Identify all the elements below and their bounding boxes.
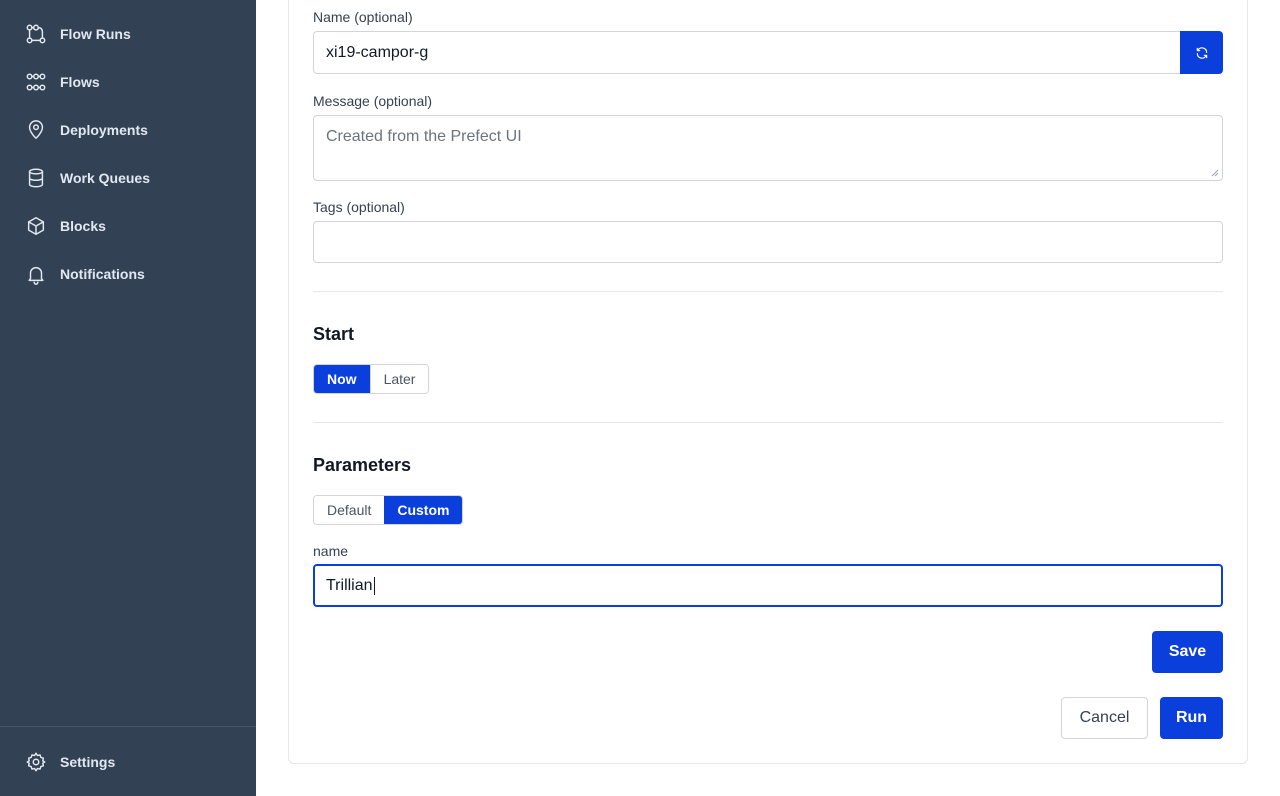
cube-icon: [24, 214, 48, 238]
name-input[interactable]: xi19-campor-g: [313, 31, 1181, 74]
resize-handle-icon[interactable]: [1211, 169, 1219, 177]
name-label: Name (optional): [313, 9, 413, 25]
text-caret: [373, 576, 375, 595]
sidebar-item-deployments[interactable]: Deployments: [24, 118, 148, 142]
sidebar-item-label: Flows: [60, 74, 100, 90]
sidebar-item-label: Blocks: [60, 218, 106, 234]
sidebar-item-blocks[interactable]: Blocks: [24, 214, 106, 238]
section-divider: [313, 291, 1223, 292]
name-input-value: xi19-campor-g: [326, 43, 429, 61]
run-button[interactable]: Run: [1160, 697, 1223, 739]
message-textarea[interactable]: Created from the Prefect UI: [313, 115, 1223, 181]
sidebar-item-label: Settings: [60, 754, 116, 770]
save-button[interactable]: Save: [1152, 631, 1223, 673]
start-toggle-group: Now Later: [313, 364, 430, 394]
parameter-name-input[interactable]: Trillian: [313, 564, 1223, 607]
refresh-icon: [1195, 46, 1209, 60]
sidebar: Flow Runs Flows Deployments Work Queues …: [0, 0, 256, 796]
start-now-button[interactable]: Now: [314, 365, 370, 393]
flows-icon: [24, 70, 48, 94]
parameters-custom-button[interactable]: Custom: [384, 496, 463, 524]
parameter-name-value: Trillian: [326, 576, 373, 594]
parameters-default-button[interactable]: Default: [314, 496, 385, 524]
sidebar-item-label: Flow Runs: [60, 26, 131, 42]
start-later-button[interactable]: Later: [369, 365, 429, 393]
sidebar-item-notifications[interactable]: Notifications: [24, 262, 145, 286]
parameters-toggle-group: Default Custom: [313, 495, 464, 525]
gear-icon: [24, 750, 48, 774]
message-label: Message (optional): [313, 93, 433, 109]
sidebar-item-label: Deployments: [60, 122, 148, 138]
parameters-section-title: Parameters: [313, 455, 412, 475]
sidebar-item-work-queues[interactable]: Work Queues: [24, 166, 150, 190]
start-section-title: Start: [313, 324, 355, 344]
location-pin-icon: [24, 118, 48, 142]
sidebar-item-settings[interactable]: Settings: [24, 750, 115, 774]
flow-runs-icon: [24, 22, 48, 46]
message-textarea-value: Created from the Prefect UI: [326, 128, 522, 145]
sidebar-divider: [0, 726, 256, 727]
parameter-name-label: name: [313, 543, 349, 559]
section-divider: [313, 422, 1223, 423]
sidebar-item-flow-runs[interactable]: Flow Runs: [24, 22, 131, 46]
regenerate-name-button[interactable]: [1180, 31, 1223, 74]
tags-input[interactable]: [313, 221, 1223, 263]
bell-icon: [24, 262, 48, 286]
database-icon: [24, 166, 48, 190]
sidebar-item-label: Work Queues: [60, 170, 150, 186]
tags-label: Tags (optional): [313, 199, 405, 215]
sidebar-item-label: Notifications: [60, 266, 145, 282]
cancel-button[interactable]: Cancel: [1061, 697, 1148, 739]
sidebar-item-flows[interactable]: Flows: [24, 70, 100, 94]
